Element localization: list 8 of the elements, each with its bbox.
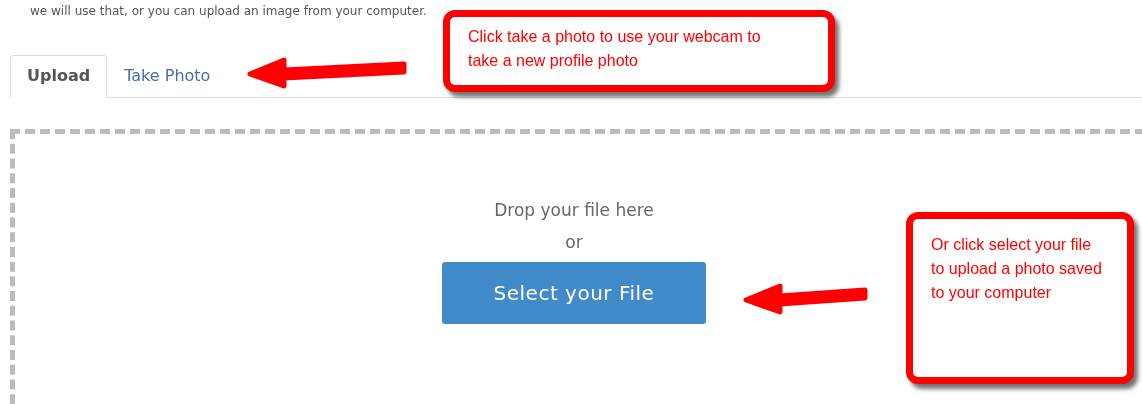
drop-prompt: Drop your file here [494, 200, 654, 220]
select-file-button[interactable]: Select your File [442, 262, 706, 324]
tab[interactable]: Upload [10, 55, 108, 98]
separator-text: or [565, 232, 583, 252]
intro-text: we will use that, or you can upload an image from your computer. [30, 4, 427, 18]
callout-note: Or click select your file to upload a photo saved to your computer [906, 212, 1134, 384]
callout-note: Click take a photo to use your webcam to take a new profile photo [443, 10, 835, 92]
tab[interactable]: Take Photo [107, 55, 228, 98]
